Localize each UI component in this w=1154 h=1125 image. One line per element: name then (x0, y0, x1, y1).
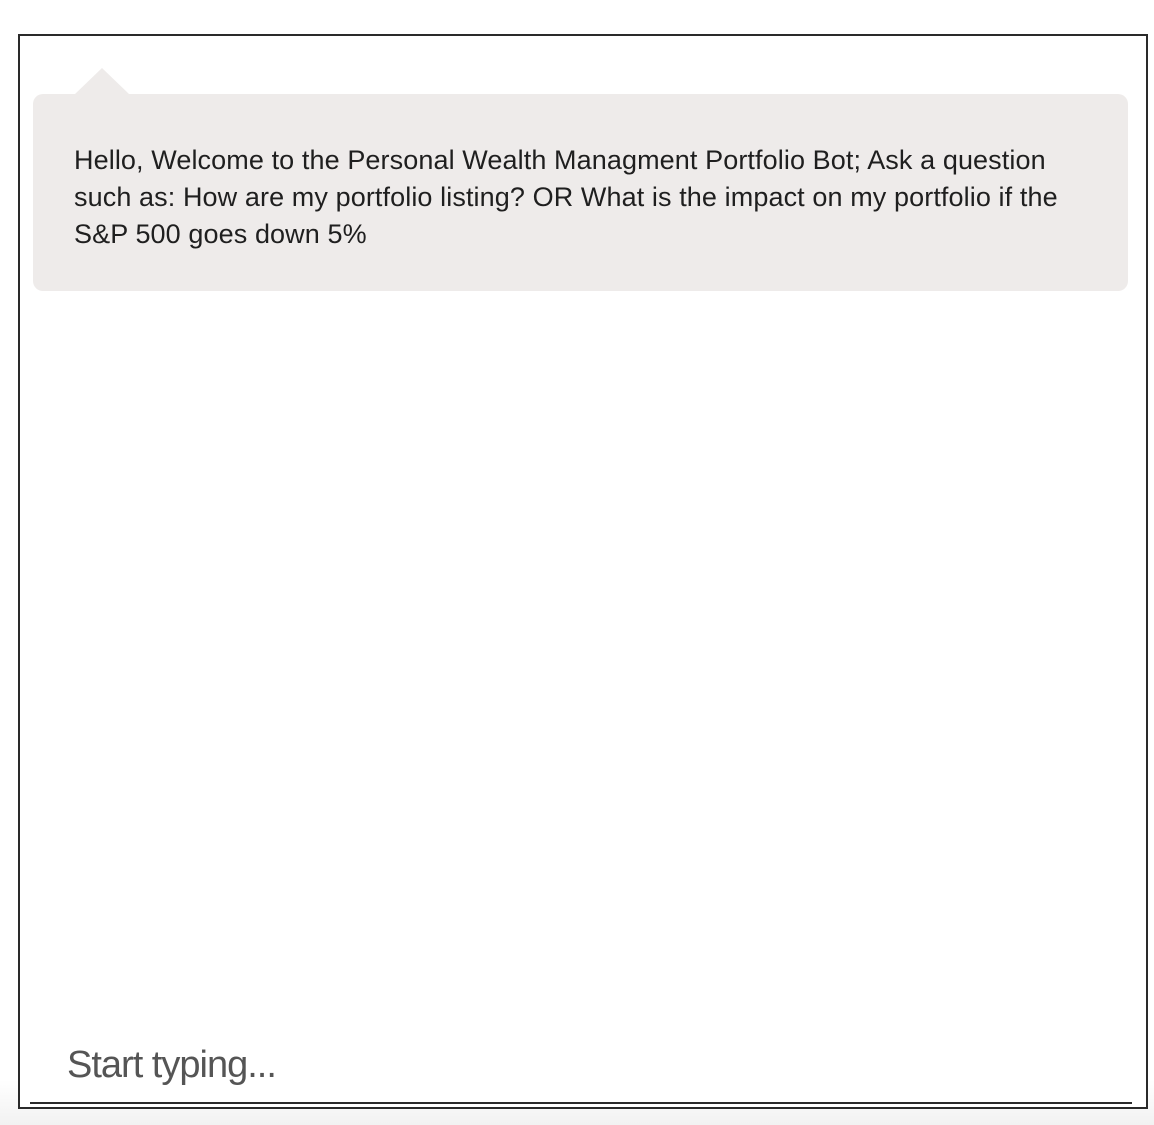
chat-input[interactable] (30, 1018, 1132, 1102)
bubble-pointer (75, 68, 129, 94)
bot-message-text: Hello, Welcome to the Personal Wealth Ma… (74, 145, 1058, 249)
bot-message-bubble: Hello, Welcome to the Personal Wealth Ma… (33, 68, 1128, 291)
chat-window: Hello, Welcome to the Personal Wealth Ma… (18, 34, 1148, 1109)
chat-input-area (30, 1018, 1132, 1104)
